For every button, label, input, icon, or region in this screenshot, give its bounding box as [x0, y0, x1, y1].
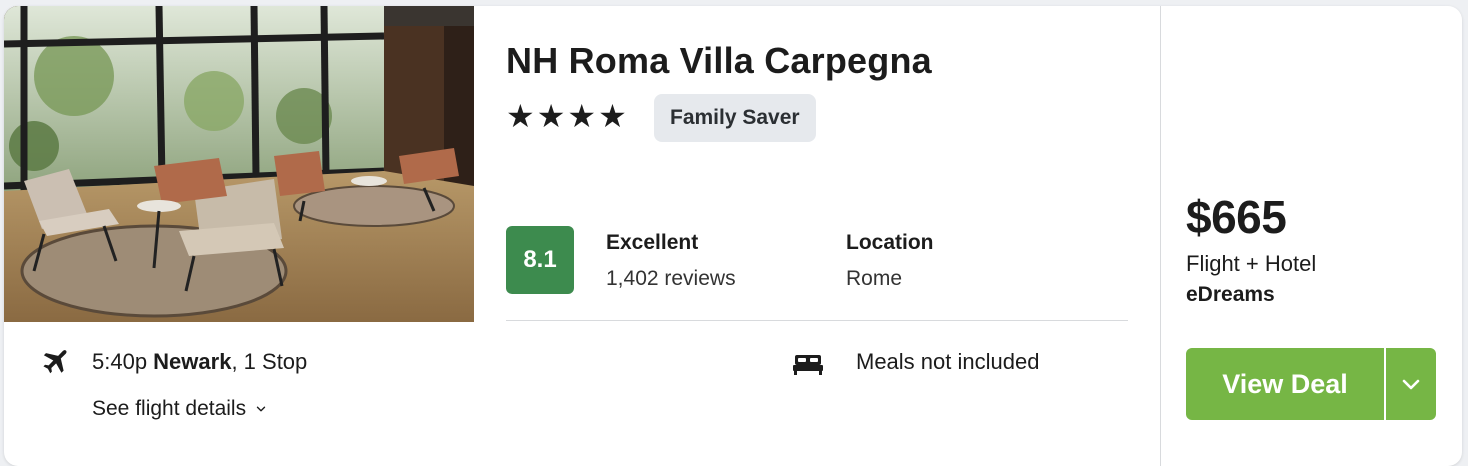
- deal-options-dropdown[interactable]: [1386, 348, 1436, 420]
- horizontal-divider: [506, 320, 1128, 321]
- chevron-down-icon: [1402, 379, 1420, 390]
- location-label: Location: [846, 231, 934, 254]
- hotel-lobby-illustration: [4, 6, 474, 322]
- departure-time: 5:40p: [92, 349, 154, 374]
- hotel-result-card[interactable]: NH Roma Villa Carpegna ★★★★ Family Saver…: [4, 6, 1462, 466]
- star-rating: ★★★★: [506, 98, 629, 134]
- deal-price: $665: [1186, 191, 1287, 243]
- flight-details-label: See flight details: [92, 397, 247, 420]
- provider-name: eDreams: [1186, 283, 1275, 306]
- airplane-icon: [43, 350, 67, 374]
- rating-label: Excellent: [606, 231, 699, 254]
- family-saver-badge: Family Saver: [654, 94, 816, 142]
- bed-icon: [793, 355, 823, 375]
- flight-summary: 5:40p Newark, 1 Stop: [92, 349, 307, 375]
- review-count[interactable]: 1,402 reviews: [606, 267, 736, 291]
- hotel-name[interactable]: NH Roma Villa Carpegna: [506, 40, 932, 82]
- view-deal-button[interactable]: View Deal: [1186, 348, 1386, 420]
- review-score: 8.1: [506, 226, 574, 294]
- location-value: Rome: [846, 267, 903, 290]
- chevron-down-icon: [256, 406, 266, 412]
- vertical-divider: [1160, 6, 1161, 466]
- hotel-photo[interactable]: [4, 6, 474, 322]
- see-flight-details-link[interactable]: See flight details: [92, 397, 268, 421]
- stop-count: , 1 Stop: [231, 349, 308, 374]
- meals-info: Meals not included: [856, 349, 1040, 374]
- view-deal-button-group[interactable]: View Deal: [1186, 348, 1436, 420]
- package-type: Flight + Hotel: [1186, 251, 1317, 276]
- origin-airport: Newark: [153, 349, 232, 374]
